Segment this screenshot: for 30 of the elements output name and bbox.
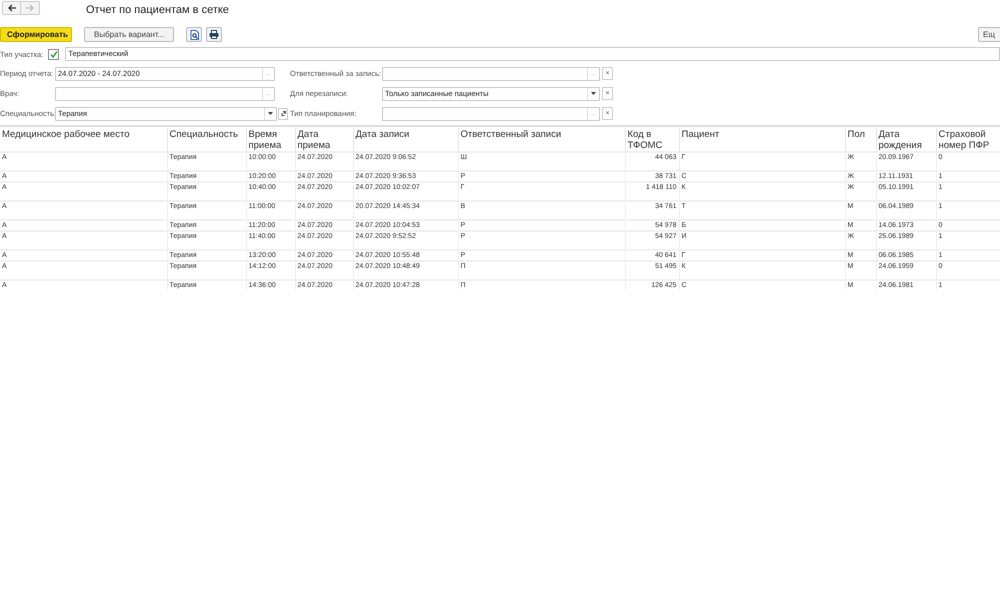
column-header[interactable]: Страховой номер ПФР xyxy=(936,128,1000,152)
preview-button[interactable] xyxy=(186,27,202,42)
checkbox[interactable] xyxy=(48,48,60,60)
more-button[interactable]: Ещ xyxy=(978,27,1000,42)
column-header[interactable]: Дата записи xyxy=(353,128,458,152)
column-header[interactable]: Время приема xyxy=(246,128,295,152)
checkmark-icon xyxy=(50,50,58,58)
column-header[interactable]: Ответственный записи xyxy=(458,128,625,152)
column-header[interactable]: Специальность xyxy=(167,128,246,152)
column-header[interactable]: Дата рождения xyxy=(876,128,936,152)
open-button[interactable] xyxy=(278,108,288,120)
generate-button[interactable]: Сформировать xyxy=(0,27,72,42)
column-header[interactable]: Дата приема xyxy=(295,128,353,152)
forward-arrow-icon xyxy=(25,4,35,12)
column-header[interactable]: Код в ТФОМС xyxy=(625,128,679,152)
magnifier-page-icon xyxy=(190,30,199,40)
column-header[interactable]: Медицинское рабочее место xyxy=(0,128,167,152)
printer-icon xyxy=(210,30,219,39)
window-title: Отчет по пациентам в сетке xyxy=(86,4,229,16)
dropdown-button[interactable] xyxy=(264,108,276,120)
back-arrow-icon xyxy=(6,4,16,12)
dropdown-button[interactable] xyxy=(587,88,599,100)
column-header[interactable]: Пол xyxy=(845,128,876,152)
print-button[interactable] xyxy=(206,27,222,42)
column-header[interactable]: Пациент xyxy=(679,128,845,152)
variant-button[interactable]: Выбрать вариант... xyxy=(84,27,174,42)
caret-icon xyxy=(591,92,596,95)
caret-icon xyxy=(268,112,273,115)
back-button[interactable] xyxy=(2,1,21,15)
link-icon xyxy=(280,110,286,117)
